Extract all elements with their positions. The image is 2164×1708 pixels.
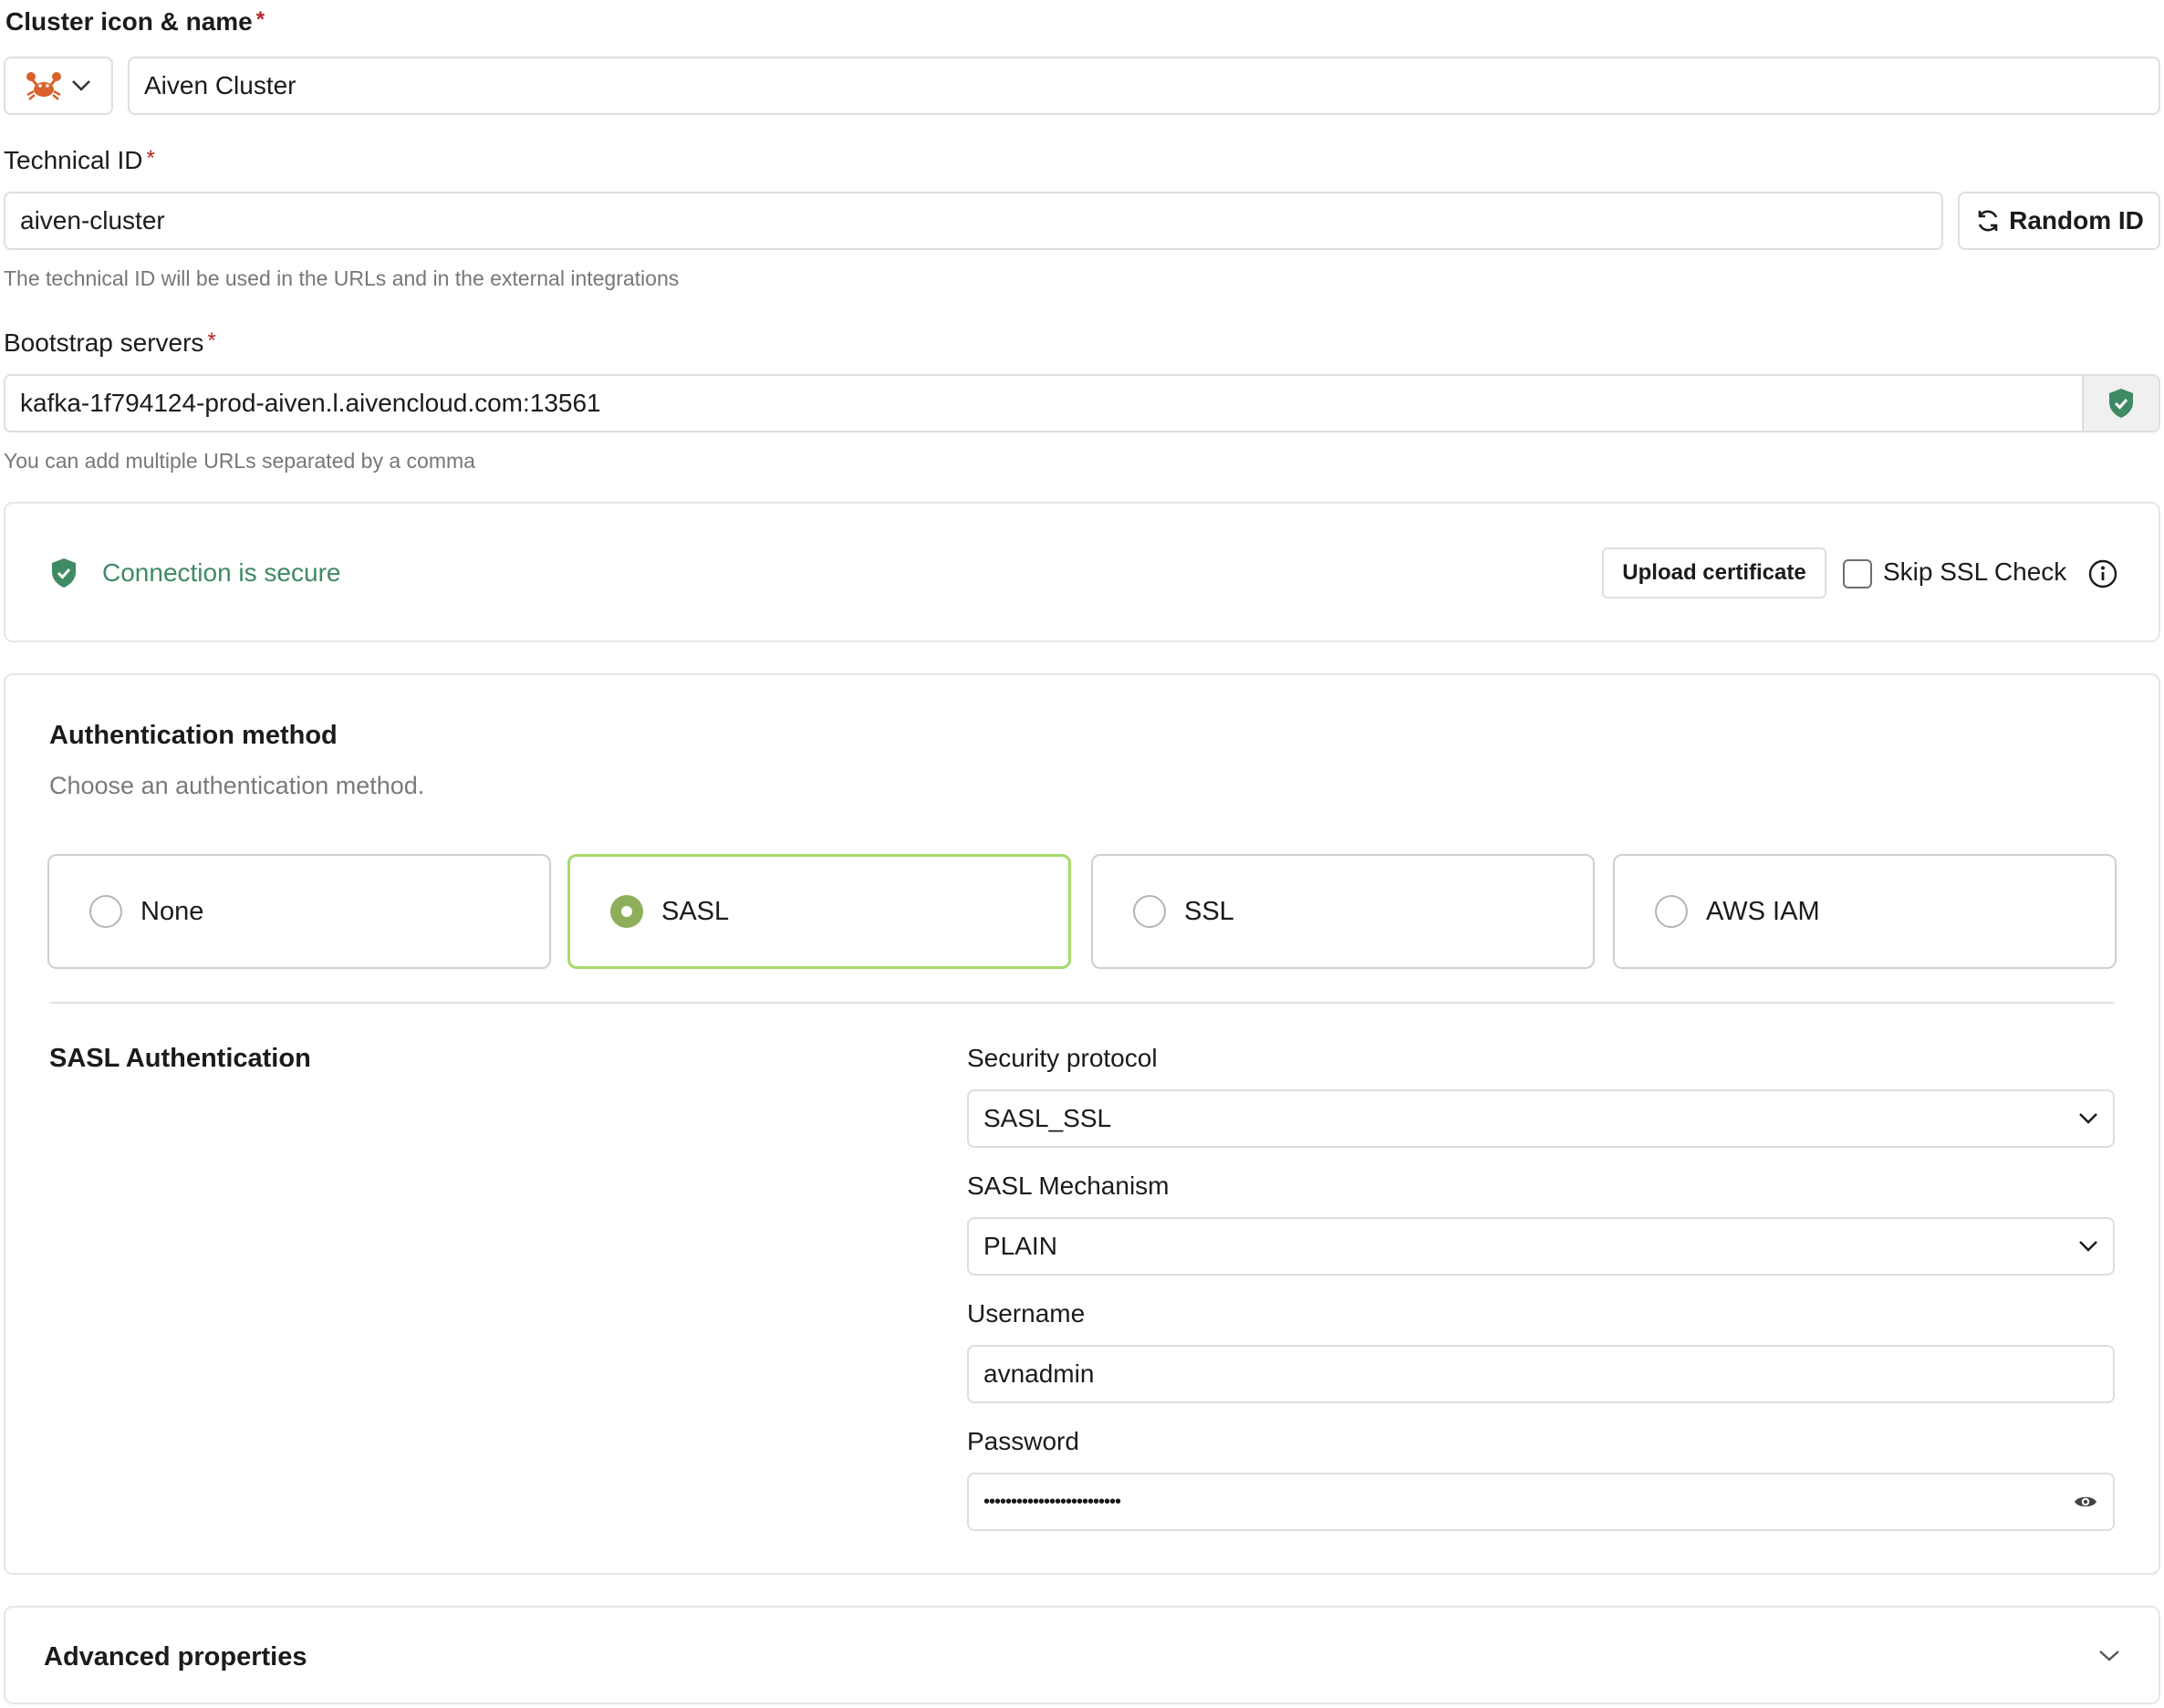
refresh-icon — [1978, 210, 1998, 232]
auth-method-subtitle: Choose an authentication method. — [49, 772, 425, 799]
bootstrap-servers-input[interactable]: kafka-1f794124-prod-aiven.l.aivencloud.c… — [4, 374, 2160, 432]
username-input[interactable]: avnadmin — [967, 1345, 2115, 1403]
chevron-down-icon — [72, 80, 90, 91]
bootstrap-servers-label: Bootstrap servers * — [4, 328, 216, 357]
required-mark: * — [146, 146, 155, 171]
skip-ssl-label: Skip SSL Check — [1883, 557, 2067, 586]
bootstrap-servers-hint: You can add multiple URLs separated by a… — [4, 449, 475, 473]
chevron-down-icon — [2079, 1241, 2097, 1252]
cluster-icon-picker[interactable] — [4, 57, 113, 115]
bootstrap-status-addon — [2082, 376, 2159, 431]
cluster-name-input[interactable]: Aiven Cluster — [128, 57, 2160, 115]
crab-icon — [26, 72, 61, 100]
eye-icon[interactable] — [2073, 1493, 2098, 1511]
info-icon[interactable] — [2087, 558, 2118, 589]
auth-divider — [49, 1002, 2115, 1004]
connection-status-text: Connection is secure — [102, 558, 341, 587]
technical-id-hint: The technical ID will be used in the URL… — [4, 266, 680, 290]
required-mark: * — [255, 7, 265, 32]
technical-id-input[interactable]: aiven-cluster — [4, 192, 1943, 250]
radio-dot — [621, 906, 632, 917]
skip-ssl-checkbox[interactable] — [1843, 559, 1872, 588]
radio-button[interactable] — [1655, 895, 1688, 928]
advanced-properties-title: Advanced properties — [44, 1642, 307, 1672]
sasl-section-title: SASL Authentication — [49, 1044, 311, 1073]
security-protocol-select[interactable]: SASL_SSL — [967, 1089, 2115, 1148]
auth-option-aws-iam[interactable]: AWS IAM — [1613, 854, 2117, 969]
sasl-mechanism-label: SASL Mechanism — [967, 1172, 1170, 1200]
technical-id-label: Technical ID * — [4, 146, 155, 174]
connection-status-panel: Connection is secure Upload certificate … — [4, 502, 2160, 642]
radio-button[interactable] — [610, 895, 643, 928]
password-input[interactable]: ••••••••••••••••••••••••• — [967, 1473, 2115, 1531]
radio-button[interactable] — [1133, 895, 1166, 928]
advanced-properties-panel[interactable]: Advanced properties — [4, 1606, 2160, 1704]
upload-certificate-button[interactable]: Upload certificate — [1602, 547, 1826, 599]
shield-check-icon — [52, 558, 76, 588]
password-label: Password — [967, 1427, 1079, 1455]
auth-method-title: Authentication method — [49, 721, 338, 750]
shield-check-icon — [2109, 389, 2133, 418]
required-mark: * — [207, 328, 216, 353]
auth-option-ssl[interactable]: SSL — [1091, 854, 1595, 969]
auth-option-sasl[interactable]: SASL — [567, 854, 1071, 969]
chevron-down-icon — [2079, 1113, 2097, 1124]
security-protocol-label: Security protocol — [967, 1044, 1158, 1072]
chevron-down-icon — [2099, 1651, 2119, 1661]
auth-option-none[interactable]: None — [47, 854, 551, 969]
username-label: Username — [967, 1299, 1086, 1328]
radio-button[interactable] — [89, 895, 122, 928]
cluster-name-label: Cluster icon & name * — [5, 7, 265, 36]
random-id-button[interactable]: Random ID — [1958, 192, 2160, 250]
sasl-mechanism-select[interactable]: PLAIN — [967, 1217, 2115, 1276]
